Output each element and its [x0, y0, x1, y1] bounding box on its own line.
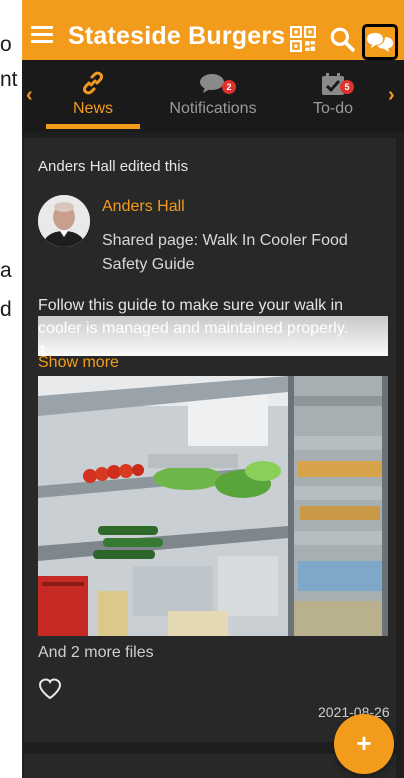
app-screen: Stateside Burgers ‹ News 2 Notifications… — [22, 0, 404, 778]
tab-label: News — [72, 100, 113, 117]
background-text: d — [0, 298, 12, 321]
tab-to-do[interactable]: 5 To-do — [278, 66, 388, 128]
menu-icon[interactable] — [31, 26, 53, 43]
more-files-link[interactable]: And 2 more files — [38, 644, 154, 662]
background-text: o — [0, 33, 12, 56]
show-more-link[interactable]: Show more — [38, 354, 119, 372]
avatar[interactable] — [38, 195, 90, 247]
todo-badge: 5 — [340, 80, 354, 94]
app-title: Stateside Burgers — [68, 22, 286, 50]
post-description: Follow this guide to make sure your walk… — [38, 297, 344, 314]
news-post-card[interactable]: Anders Hall edited this Anders Hall Shar… — [24, 138, 396, 742]
heart-icon[interactable] — [38, 678, 62, 700]
walk-in-cooler-photo[interactable] — [38, 376, 388, 636]
background-text: nt — [0, 68, 18, 91]
edited-by-text: Anders Hall edited this — [38, 158, 189, 175]
add-button[interactable]: + — [334, 714, 394, 774]
tab-news[interactable]: News — [38, 66, 148, 128]
tab-bar: ‹ News 2 Notifications 5 To-do › — [22, 60, 404, 132]
notification-badge: 2 — [222, 80, 236, 94]
link-icon — [83, 71, 103, 95]
tab-label: Notifications — [169, 100, 257, 117]
qr-code-icon[interactable] — [290, 26, 316, 52]
author-name[interactable]: Anders Hall — [102, 198, 185, 216]
shared-page-text[interactable]: Shared page: Walk In Cooler Food Safety … — [102, 229, 382, 277]
search-icon[interactable] — [329, 26, 355, 52]
chat-icon — [367, 33, 393, 52]
active-tab-indicator — [46, 124, 140, 129]
tab-notifications[interactable]: 2 Notifications — [158, 66, 268, 128]
description-line: cooler is managed and maintained properl… — [38, 320, 349, 337]
chat-button[interactable] — [362, 24, 398, 60]
tab-label: To-do — [312, 100, 354, 117]
scroll-right-arrow[interactable]: › — [388, 84, 395, 107]
scroll-left-arrow[interactable]: ‹ — [26, 84, 33, 107]
background-text: a — [0, 259, 12, 282]
app-header: Stateside Burgers — [22, 0, 404, 60]
